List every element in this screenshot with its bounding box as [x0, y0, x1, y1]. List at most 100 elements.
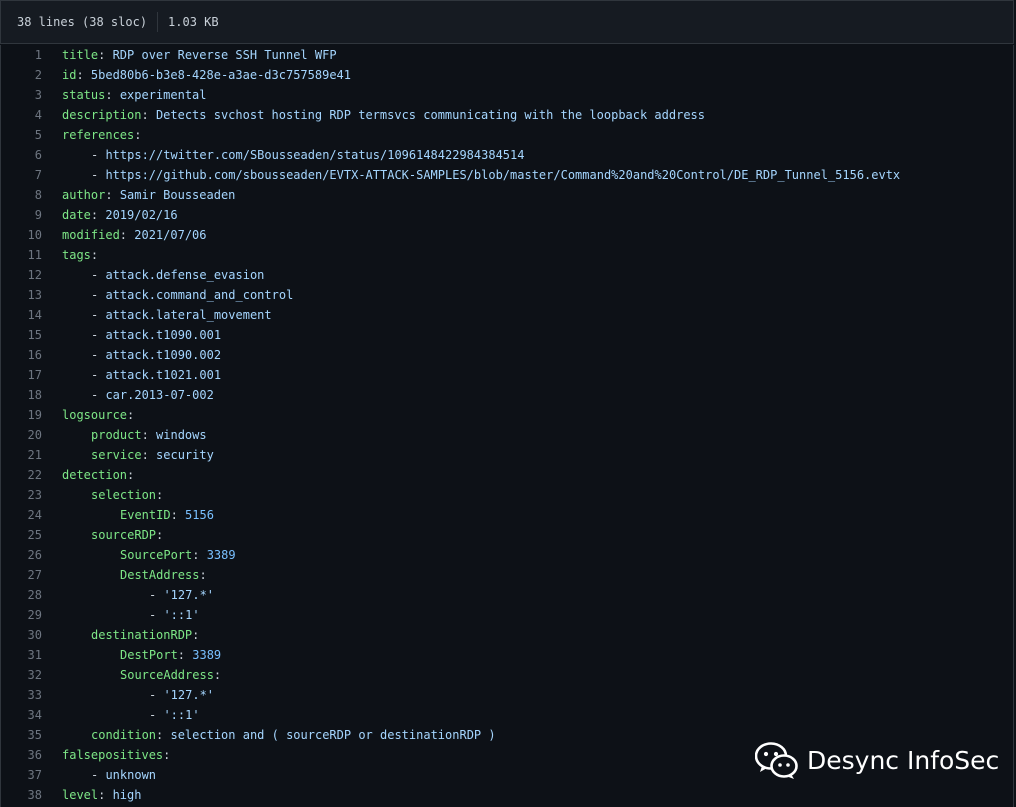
code-token: -: [91, 288, 106, 302]
line-number[interactable]: 29: [1, 605, 62, 625]
line-content: selection:: [62, 485, 163, 505]
code-token: :: [90, 248, 99, 262]
line-number[interactable]: 27: [1, 565, 62, 585]
code-token: :: [127, 468, 135, 482]
code-line: 25 sourceRDP:: [1, 525, 1013, 545]
line-content: - car.2013-07-002: [62, 385, 214, 405]
code-token: RDP over Reverse SSH Tunnel WFP: [112, 48, 337, 62]
code-token: '::1': [163, 708, 200, 722]
line-content: - https://twitter.com/SBousseaden/status…: [62, 145, 524, 165]
code-token: :: [98, 48, 113, 62]
line-content: - attack.t1021.001: [62, 365, 221, 385]
line-number[interactable]: 38: [1, 785, 62, 805]
line-number[interactable]: 17: [1, 365, 62, 385]
line-number[interactable]: 14: [1, 305, 62, 325]
code-token: -: [91, 368, 106, 382]
line-number[interactable]: 21: [1, 445, 62, 465]
line-number[interactable]: 32: [1, 665, 62, 685]
code-token: :: [134, 128, 142, 142]
line-number[interactable]: 30: [1, 625, 62, 645]
line-number[interactable]: 26: [1, 545, 62, 565]
line-number[interactable]: 34: [1, 705, 62, 725]
line-content: DestAddress:: [62, 565, 207, 585]
line-content: sourceRDP:: [62, 525, 163, 545]
code-line: 7- https://github.com/sbousseaden/EVTX-A…: [1, 165, 1013, 185]
code-token: experimental: [119, 88, 207, 102]
line-number[interactable]: 4: [1, 105, 62, 125]
code-line: 29- '::1': [1, 605, 1013, 625]
line-number[interactable]: 33: [1, 685, 62, 705]
line-number[interactable]: 1: [1, 45, 62, 65]
code-token: '127.*': [163, 588, 215, 602]
line-number[interactable]: 12: [1, 265, 62, 285]
code-line: 8 author: Samir Bousseaden: [1, 185, 1013, 205]
line-number[interactable]: 15: [1, 325, 62, 345]
line-number[interactable]: 22: [1, 465, 62, 485]
code-token: -: [91, 348, 106, 362]
line-number[interactable]: 19: [1, 405, 62, 425]
line-content: id: 5bed80b6-b3e8-428e-a3ae-d3c757589e41: [62, 65, 351, 85]
code-token: :: [105, 188, 120, 202]
code-token: 3389: [206, 548, 236, 562]
code-token: tags: [62, 248, 91, 262]
line-number[interactable]: 3: [1, 85, 62, 105]
code-token: :: [98, 788, 113, 802]
code-token: 5bed80b6-b3e8-428e-a3ae-d3c757589e41: [90, 68, 351, 82]
line-number[interactable]: 2: [1, 65, 62, 85]
line-content: falsepositives:: [62, 745, 170, 765]
code-token: falsepositives: [62, 748, 164, 762]
line-number[interactable]: 10: [1, 225, 62, 245]
code-token: -: [91, 168, 106, 182]
code-token: sourceRDP: [91, 528, 157, 542]
line-number[interactable]: 9: [1, 205, 62, 225]
line-number[interactable]: 24: [1, 505, 62, 525]
code-token: -: [91, 328, 106, 342]
code-line: 27 DestAddress:: [1, 565, 1013, 585]
line-number[interactable]: 37: [1, 765, 62, 785]
code-view: 1 title: RDP over Reverse SSH Tunnel WFP 2…: [0, 45, 1014, 807]
line-number[interactable]: 5: [1, 125, 62, 145]
code-line: 30 destinationRDP:: [1, 625, 1013, 645]
code-token: condition: [91, 728, 157, 742]
code-token: attack.t1090.002: [105, 348, 222, 362]
line-number[interactable]: 8: [1, 185, 62, 205]
line-number[interactable]: 11: [1, 245, 62, 265]
code-token: title: [62, 48, 99, 62]
code-token: :: [90, 208, 106, 222]
line-number[interactable]: 23: [1, 485, 62, 505]
code-token: references: [62, 128, 135, 142]
code-token: -: [149, 608, 164, 622]
code-token: :: [141, 448, 157, 462]
code-token: https://twitter.com/SBousseaden/status/1…: [105, 148, 525, 162]
line-number[interactable]: 31: [1, 645, 62, 665]
line-number[interactable]: 6: [1, 145, 62, 165]
line-content: - attack.t1090.002: [62, 345, 221, 365]
code-token: -: [149, 708, 164, 722]
code-token: :: [141, 428, 157, 442]
code-token: 2019/02/16: [105, 208, 178, 222]
code-token: author: [62, 188, 106, 202]
line-content: description: Detects svchost hosting RDP…: [62, 105, 705, 125]
line-number[interactable]: 28: [1, 585, 62, 605]
line-number[interactable]: 25: [1, 525, 62, 545]
code-token: car.2013-07-002: [105, 388, 214, 402]
code-line: 31 DestPort: 3389: [1, 645, 1013, 665]
code-line: 22 detection:: [1, 465, 1013, 485]
code-token: EventID: [120, 508, 171, 522]
line-number[interactable]: 16: [1, 345, 62, 365]
line-content: logsource:: [62, 405, 134, 425]
line-number[interactable]: 35: [1, 725, 62, 745]
line-number[interactable]: 18: [1, 385, 62, 405]
code-token: Detects svchost hosting RDP termsvcs com…: [155, 108, 706, 122]
divider: [157, 12, 159, 32]
code-token: '127.*': [163, 688, 215, 702]
line-number[interactable]: 13: [1, 285, 62, 305]
line-content: - '::1': [62, 605, 200, 625]
code-token: -: [91, 268, 106, 282]
line-number[interactable]: 36: [1, 745, 62, 765]
line-number[interactable]: 20: [1, 425, 62, 445]
code-line: 10 modified: 2021/07/06: [1, 225, 1013, 245]
line-content: - '127.*': [62, 585, 214, 605]
code-token: -: [91, 148, 106, 162]
line-number[interactable]: 7: [1, 165, 62, 185]
